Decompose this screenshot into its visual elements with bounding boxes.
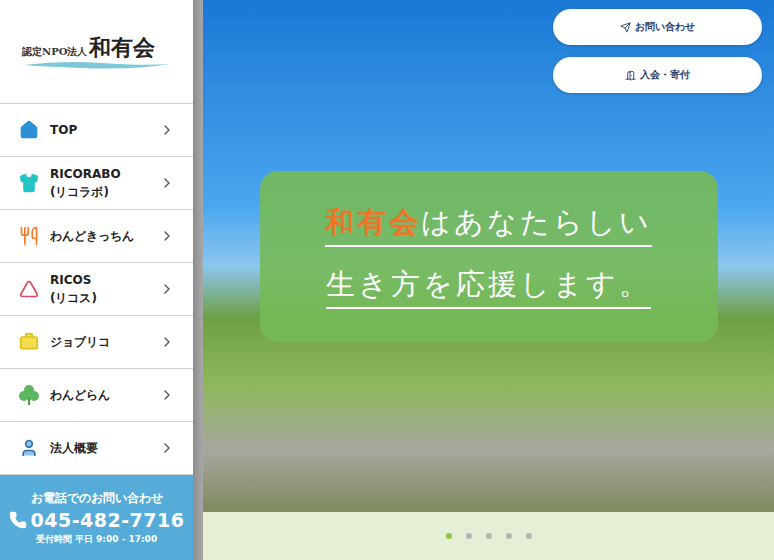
slide-dot[interactable] [506, 533, 512, 539]
shirt-icon [19, 173, 39, 193]
clover-icon [18, 384, 40, 406]
chevron-icon [159, 175, 175, 191]
header-buttons: お問い合わせ入会・寄付 [553, 9, 762, 93]
paper-plane-icon [620, 22, 631, 33]
chevron-icon [159, 334, 175, 350]
slide-dot[interactable] [486, 533, 492, 539]
header-button[interactable]: 入会・寄付 [553, 57, 762, 93]
chevron-icon [159, 387, 175, 403]
slide-dot[interactable] [446, 533, 452, 539]
nav-label: わんどきっちん [50, 227, 149, 245]
logo-subtitle: 認定NPO法人 [22, 45, 87, 59]
nav-item[interactable]: RICORABO(リコラボ) [0, 157, 193, 210]
headline-line: 和有会はあなたらしい [325, 203, 652, 247]
chevron-icon [159, 440, 175, 456]
nav-item[interactable]: ジョブリコ [0, 316, 193, 369]
nav-item[interactable]: わんどらん [0, 369, 193, 422]
phone-icon [9, 511, 27, 529]
nav-label: ジョブリコ [50, 333, 149, 351]
briefcase-icon [19, 332, 39, 352]
utensils-icon [19, 226, 39, 246]
slide-dots [203, 512, 774, 560]
contact-box[interactable]: お電話でのお問い合わせ 045-482-7716 受付時間 平日 9:00 - 17… [0, 475, 193, 560]
person-icon [19, 438, 39, 458]
chevron-icon [159, 281, 175, 297]
contact-title: お電話でのお問い合わせ [31, 490, 163, 507]
main: お問い合わせ入会・寄付和有会はあなたらしい生き方を応援します。 [203, 0, 774, 560]
sidebar: 認定NPO法人和有会 TOP RICORABO(リコラボ) わんどきっちん RICOS(… [0, 0, 193, 560]
brush-stroke-icon [22, 59, 172, 71]
chevron-icon [159, 122, 175, 138]
nav-label: RICORABO(リコラボ) [50, 165, 149, 201]
nav-item[interactable]: TOP [0, 104, 193, 157]
hero-image: お問い合わせ入会・寄付和有会はあなたらしい生き方を応援します。 [203, 0, 774, 512]
nav-item[interactable]: 法人概要 [0, 422, 193, 475]
nav-item[interactable]: わんどきっちん [0, 210, 193, 263]
hours: 受付時間 平日 9:00 - 17:00 [36, 533, 157, 546]
slide-dot[interactable] [526, 533, 532, 539]
nav-list: TOP RICORABO(リコラボ) わんどきっちん RICOS(リコス) ジョブリコわ… [0, 104, 193, 475]
chevron-icon [159, 228, 175, 244]
headline-highlight: 和有会 [325, 205, 421, 239]
headline-box: 和有会はあなたらしい生き方を応援します。 [260, 171, 718, 342]
nav-label: TOP [50, 121, 149, 139]
headline-line: 生き方を応援します。 [326, 265, 651, 309]
logo[interactable]: 認定NPO法人和有会 [0, 0, 193, 104]
door-icon [625, 70, 636, 81]
nav-label: RICOS(リコス) [50, 271, 149, 307]
header-button[interactable]: お問い合わせ [553, 9, 762, 45]
page: 認定NPO法人和有会TOPRICORABO(リコラボ)わんどきっちんRICOS(… [0, 0, 774, 560]
nav-item[interactable]: RICOS(リコス) [0, 263, 193, 316]
scrollbar[interactable] [193, 0, 203, 560]
logo-name: 和有会 [89, 33, 155, 63]
phone-number: 045-482-7716 [9, 509, 185, 531]
nav-label: 法人概要 [50, 439, 149, 457]
nav-label: わんどらん [50, 386, 149, 404]
triangle-icon [19, 279, 39, 299]
slide-dot[interactable] [466, 533, 472, 539]
home-icon [19, 120, 39, 140]
